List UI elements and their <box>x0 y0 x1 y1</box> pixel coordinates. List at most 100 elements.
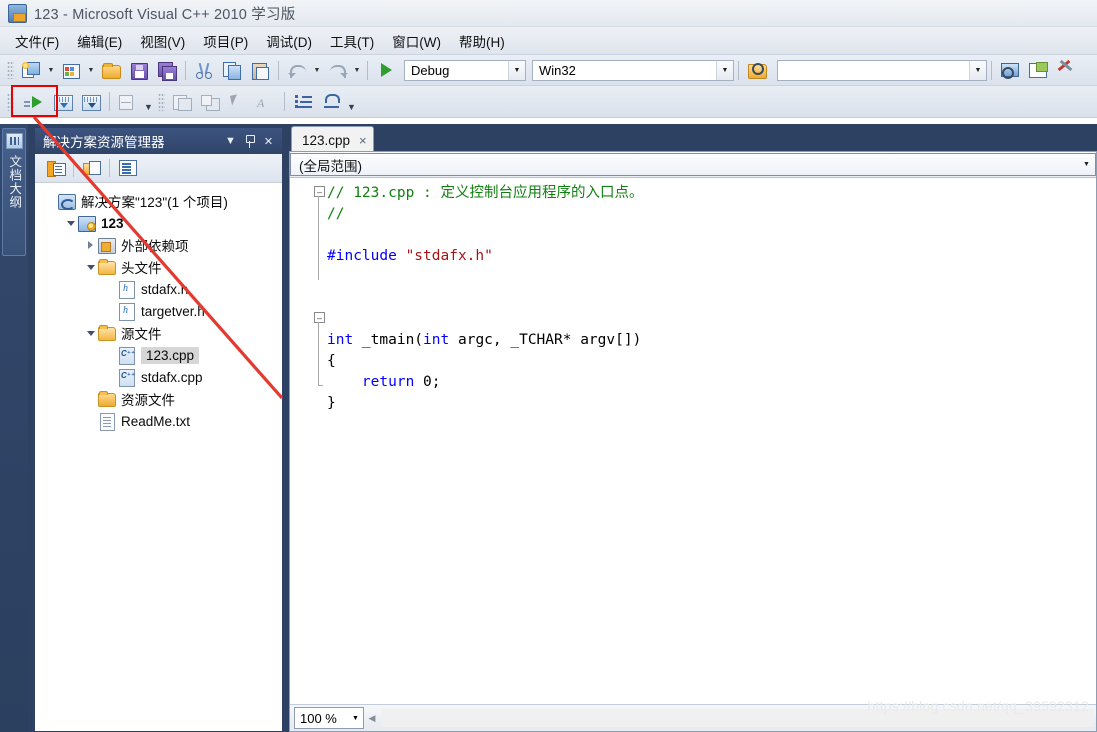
chevron-down-icon[interactable]: ▼ <box>1078 161 1095 168</box>
find-in-files-icon <box>748 62 767 79</box>
code-span: return <box>361 374 415 390</box>
open-file-button[interactable] <box>97 57 125 83</box>
chevron-down-icon[interactable]: ▼ <box>716 60 733 80</box>
chevron-down-icon[interactable]: ▼ <box>508 60 525 80</box>
new-item-icon <box>62 62 80 79</box>
redo-button[interactable] <box>323 57 351 83</box>
tree-node[interactable]: 头文件 <box>35 256 282 278</box>
tree-node[interactable]: targetver.h <box>35 300 282 322</box>
start-debugging-button[interactable] <box>372 57 400 83</box>
chevron-down-icon[interactable]: ▼ <box>348 715 363 722</box>
window-title: 123 - Microsoft Visual C++ 2010 学习版 <box>34 6 296 23</box>
chevron-right-icon[interactable] <box>83 241 98 249</box>
autohide-tab-strip: 文档大纲 <box>0 124 28 732</box>
pointer-button[interactable] <box>224 89 252 115</box>
undo-layout-icon <box>323 94 340 109</box>
configuration-combo[interactable]: Debug ▼ <box>404 59 526 81</box>
tree-node[interactable]: 123 <box>35 212 282 234</box>
menu-help[interactable]: 帮助(H) <box>450 28 514 54</box>
tree-node[interactable]: ReadMe.txt <box>35 410 282 432</box>
menu-edit[interactable]: 编辑(E) <box>68 28 131 54</box>
menu-project[interactable]: 项目(P) <box>194 28 257 54</box>
view-code-button[interactable] <box>113 156 142 180</box>
paste-button[interactable] <box>246 57 274 83</box>
tree-node[interactable]: stdafx.cpp <box>35 366 282 388</box>
document-tab-123cpp[interactable]: 123.cpp × <box>291 126 374 153</box>
toolbar-overflow-chevron[interactable]: ▼ <box>142 88 155 115</box>
tree-node[interactable]: 源文件 <box>35 322 282 344</box>
tree-node[interactable]: 资源文件 <box>35 388 282 410</box>
font-size-button[interactable]: A <box>252 89 280 115</box>
step-over-button[interactable] <box>77 89 105 115</box>
watermark: https://blog.csdn.net/qq_39592312 <box>867 698 1089 714</box>
toolbox-button[interactable] <box>1052 57 1080 83</box>
standard-toolbar: ▼ ▼ ▼ ▼ Debug ▼ Win32 ▼ ▼ <box>0 55 1097 86</box>
undo-layout-button[interactable] <box>317 89 345 115</box>
copy-button[interactable] <box>218 57 246 83</box>
pin-icon[interactable] <box>240 131 259 151</box>
code-line: // 123.cpp : 定义控制台应用程序的入口点。 <box>327 183 1096 204</box>
toolbar-overflow-chevron[interactable]: ▼ <box>345 88 358 115</box>
code-text[interactable]: // 123.cpp : 定义控制台应用程序的入口点。 // #include "… <box>327 183 1096 414</box>
select-element-button[interactable] <box>196 89 224 115</box>
undo-button[interactable] <box>283 57 311 83</box>
tree-node[interactable]: 123.cpp <box>35 344 282 366</box>
redo-dropdown[interactable]: ▼ <box>351 58 363 82</box>
new-item-button[interactable] <box>57 57 85 83</box>
toolbar-grip[interactable] <box>7 61 14 79</box>
code-span: 0; <box>414 374 441 390</box>
menu-debug[interactable]: 调试(D) <box>257 28 321 54</box>
search-combo[interactable]: ▼ <box>777 59 987 81</box>
close-icon[interactable]: ✕ <box>259 131 278 151</box>
properties-button[interactable] <box>41 156 70 180</box>
menu-window[interactable]: 窗口(W) <box>383 28 450 54</box>
font-size-icon: A <box>257 95 265 110</box>
document-outline-tab[interactable]: 文档大纲 <box>2 128 26 256</box>
new-project-dropdown[interactable]: ▼ <box>45 58 57 82</box>
chevron-down-icon[interactable] <box>63 221 78 226</box>
copy-icon <box>223 61 241 80</box>
undo-dropdown[interactable]: ▼ <box>311 58 323 82</box>
fold-toggle-comment[interactable]: – <box>314 186 325 197</box>
tree-node[interactable]: 解决方案"123"(1 个项目) <box>35 190 282 212</box>
menu-tools[interactable]: 工具(T) <box>321 28 383 54</box>
toolbar-grip[interactable] <box>158 92 165 111</box>
cut-button[interactable] <box>190 57 218 83</box>
tree-node-label: 资源文件 <box>121 393 175 408</box>
scroll-left-arrow[interactable]: ◀ <box>364 710 380 727</box>
show-all-files-button[interactable] <box>77 156 106 180</box>
platform-combo[interactable]: Win32 ▼ <box>532 59 734 81</box>
visual-studio-window: 123 - Microsoft Visual C++ 2010 学习版 文件(F… <box>0 0 1097 732</box>
fold-toggle-main[interactable]: – <box>314 312 325 323</box>
zoom-value: 100 % <box>300 710 337 726</box>
code-surface[interactable]: – – // 123.cpp : 定义控制台应用程序的入口点。 // #inclu… <box>290 178 1096 706</box>
tree-node-label: ReadMe.txt <box>121 413 191 429</box>
save-button[interactable] <box>125 57 153 83</box>
chevron-down-icon[interactable] <box>83 331 98 336</box>
save-icon <box>130 62 148 80</box>
close-icon[interactable]: × <box>359 133 367 148</box>
step-out-button[interactable] <box>114 89 142 115</box>
cpp-file-icon <box>118 369 136 387</box>
save-all-button[interactable] <box>153 57 181 83</box>
properties-window-icon <box>1029 61 1048 79</box>
scope-combo[interactable]: (全局范围) ▼ <box>290 153 1096 176</box>
properties-icon <box>47 161 66 177</box>
chevron-down-icon[interactable]: ▼ <box>221 131 240 151</box>
new-item-dropdown[interactable]: ▼ <box>85 58 97 82</box>
tree-node-label: stdafx.cpp <box>141 369 203 385</box>
main-area: 文档大纲 解决方案资源管理器 ▼ ✕ 解决方案"123"(1 个项目) 123 … <box>0 124 1097 732</box>
list-view-button[interactable] <box>289 89 317 115</box>
chevron-down-icon[interactable] <box>83 265 98 270</box>
zoom-combo[interactable]: 100 % ▼ <box>294 707 364 729</box>
new-project-button[interactable] <box>17 57 45 83</box>
chevron-down-icon[interactable]: ▼ <box>969 60 986 80</box>
tree-node[interactable]: 外部依赖项 <box>35 234 282 256</box>
tree-node[interactable]: stdafx.h <box>35 278 282 300</box>
menu-view[interactable]: 视图(V) <box>131 28 194 54</box>
find-in-files-button[interactable] <box>743 57 771 83</box>
properties-window-button[interactable] <box>1024 57 1052 83</box>
indent-button[interactable] <box>168 89 196 115</box>
solution-explorer-button[interactable] <box>996 57 1024 83</box>
menu-file[interactable]: 文件(F) <box>6 28 68 54</box>
